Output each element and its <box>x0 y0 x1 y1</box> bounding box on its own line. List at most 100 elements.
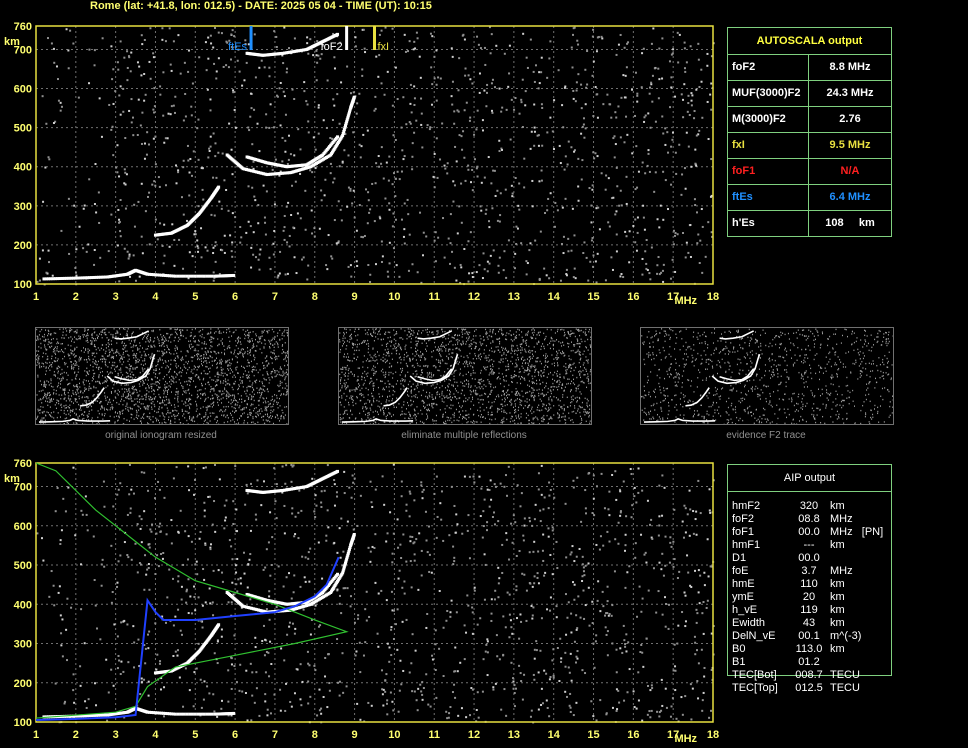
trace-point <box>336 32 340 36</box>
x-tick-label: 3 <box>113 729 119 741</box>
autoscala-value: 9.5 MHz <box>829 139 871 151</box>
trace-point <box>173 712 177 716</box>
autoscala-value: 108 km <box>825 217 875 229</box>
autoscala-value: N/A <box>840 165 860 177</box>
x-tick-label: 3 <box>113 291 119 303</box>
x-tick-label: 18 <box>707 729 719 741</box>
autoscala-row: foF1 N/A <box>728 159 891 185</box>
aip-row: Ewidth 43 km <box>728 617 891 630</box>
marker-ftEs-label: ftEs <box>228 41 247 53</box>
model-profile-line <box>35 462 349 719</box>
thumb-trace <box>417 330 453 340</box>
trace-point <box>179 274 183 278</box>
aip-unit: km <box>830 578 845 590</box>
trace-point <box>196 712 200 716</box>
trace-point <box>196 274 200 278</box>
trace-point <box>232 711 236 715</box>
y-tick-label: 400 <box>14 162 32 174</box>
y-tick-label: 760 <box>14 458 32 470</box>
thumb-trace <box>38 418 111 423</box>
caption-eliminate: eliminate multiple reflections <box>401 430 527 441</box>
trace-point <box>185 712 189 716</box>
autoscala-table: AUTOSCALA output foF2 8.8 MHz MUF(3000)F2 2… <box>727 27 892 237</box>
aip-unit: TECU <box>830 669 860 681</box>
thumbnail-evidence-f2 <box>640 327 894 425</box>
x-tick-label: 6 <box>232 729 238 741</box>
y-tick-label: 600 <box>14 84 32 96</box>
autoscala-value: 2.76 <box>839 113 861 125</box>
thumbnail-eliminate-multiple <box>338 327 592 425</box>
aip-unit: km <box>830 643 845 655</box>
trace-point <box>190 274 194 278</box>
aip-key: B0 <box>732 643 746 655</box>
header-title: Rome (lat: +41.8, lon: 012.5) - DATE: 20… <box>90 0 432 12</box>
y-tick-label: 100 <box>14 717 32 729</box>
x-tick-label: 18 <box>707 291 719 303</box>
x-tick-label: 12 <box>468 291 480 303</box>
aip-unit: MHz <box>830 513 853 525</box>
x-tick-label: 5 <box>192 291 198 303</box>
aip-row: B1 01.2 <box>728 656 891 669</box>
x-tick-label: 5 <box>192 729 198 741</box>
x-tick-label: 11 <box>428 729 440 741</box>
y-tick-label: 400 <box>14 599 32 611</box>
trace-point <box>336 572 340 576</box>
autoscala-value: 8.8 MHz <box>829 61 871 73</box>
aip-row: foE 3.7 MHz <box>728 565 891 578</box>
marker-fxI-label: fxI <box>378 41 390 53</box>
trace-point <box>176 274 180 278</box>
aip-key: foF1 <box>732 526 755 538</box>
trace-point <box>185 274 189 278</box>
autoscala-row: ftEs 6.4 MHz <box>728 185 891 211</box>
autoscala-row: M(3000)F2 2.76 <box>728 107 891 133</box>
x-tick-label: 2 <box>73 729 79 741</box>
trace-point <box>208 274 212 278</box>
y-tick-label: 600 <box>14 521 32 533</box>
autoscala-key: ftEs <box>728 185 809 210</box>
aip-row: hmF1 --- km <box>728 539 891 552</box>
aip-value: 08.8 <box>798 513 820 525</box>
trace-point <box>210 712 214 716</box>
aip-unit: km <box>830 604 845 616</box>
x-tick-label: 12 <box>468 729 480 741</box>
autoscala-title: AUTOSCALA output <box>728 28 891 55</box>
trace-point <box>176 712 180 716</box>
x-unit-label: MHz <box>674 295 697 307</box>
aip-key: TEC[Bot] <box>732 669 777 681</box>
trace-point <box>188 274 192 278</box>
x-tick-label: 16 <box>627 291 639 303</box>
autoscala-value: 24.3 MHz <box>826 87 874 99</box>
thumb-trace <box>643 418 716 423</box>
x-tick-label: 9 <box>352 729 358 741</box>
aip-key: h_vE <box>732 604 758 616</box>
x-tick-label: 9 <box>352 291 358 303</box>
aip-unit <box>830 656 890 669</box>
trace-series <box>153 623 221 675</box>
x-tick-label: 15 <box>587 291 599 303</box>
trace-point <box>336 469 340 473</box>
autoscala-key: foF2 <box>728 55 809 80</box>
aip-value: 20 <box>802 591 816 603</box>
trace-point <box>199 712 203 716</box>
aip-value: 119 <box>800 604 818 616</box>
y-tick-label: 300 <box>14 639 32 651</box>
y-tick-label: 200 <box>14 240 32 252</box>
x-tick-label: 8 <box>312 729 318 741</box>
aip-row: h_vE 119 km <box>728 604 891 617</box>
trace-point <box>352 532 356 536</box>
aip-value: 01.2 <box>798 656 820 668</box>
aip-unit <box>830 552 890 565</box>
aip-value: 43 <box>802 617 816 629</box>
x-tick-label: 14 <box>548 729 561 741</box>
caption-evidence: evidence F2 trace <box>726 430 806 441</box>
aip-row: foF1 00.0 MHz [PN] <box>728 526 891 539</box>
aip-row: B0 113.0 km <box>728 643 891 656</box>
autoscala-row: h'Es 108 km <box>728 211 891 236</box>
y-tick-label: 760 <box>14 21 32 33</box>
thumb-trace <box>711 353 761 385</box>
aip-key: ymE <box>732 591 754 603</box>
thumb-trace <box>417 368 453 382</box>
x-tick-label: 10 <box>388 729 400 741</box>
autoscala-row: foF2 8.8 MHz <box>728 55 891 81</box>
trace-point <box>173 274 177 278</box>
